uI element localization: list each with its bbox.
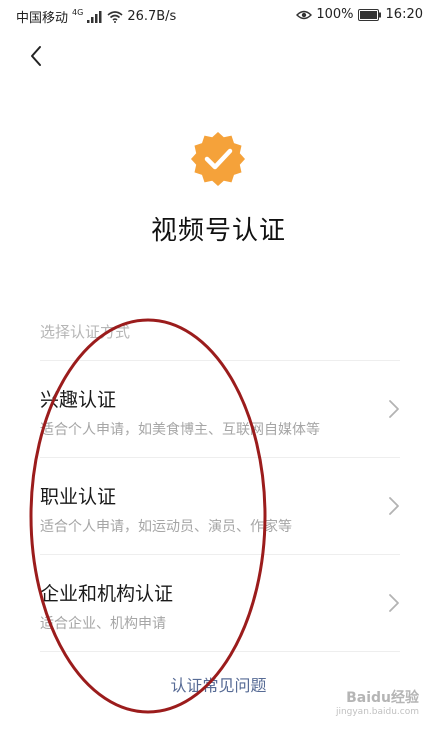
option-description: 适合个人申请，如美食博主、互联网自媒体等 bbox=[40, 422, 320, 438]
status-right: 100% 16:20 bbox=[296, 7, 423, 22]
option-title: 兴趣认证 bbox=[40, 389, 117, 411]
option-organization-certification[interactable]: 企业和机构认证 适合企业、机构申请 bbox=[40, 554, 400, 652]
net-speed: 26.7B/s bbox=[127, 9, 177, 24]
status-left: 中国移动 4G 26.7B/s bbox=[16, 7, 176, 26]
watermark-sub: jingyan.baidu.com bbox=[335, 707, 419, 717]
option-description: 适合企业、机构申请 bbox=[40, 616, 166, 632]
battery-icon bbox=[357, 8, 381, 21]
option-title: 职业认证 bbox=[40, 486, 117, 508]
verified-badge-icon bbox=[191, 132, 245, 186]
status-bar: 中国移动 4G 26.7B/s 100% 16:20 bbox=[0, 0, 437, 28]
clock: 16:20 bbox=[385, 7, 423, 22]
section-label: 选择认证方式 bbox=[40, 323, 131, 341]
watermark-main: Baidu经验 bbox=[346, 690, 419, 706]
option-title: 企业和机构认证 bbox=[40, 583, 174, 605]
option-description: 适合个人申请，如运动员、演员、作家等 bbox=[40, 519, 292, 535]
chevron-right-icon bbox=[389, 497, 399, 515]
option-professional-certification[interactable]: 职业认证 适合个人申请，如运动员、演员、作家等 bbox=[40, 457, 400, 554]
option-interest-certification[interactable]: 兴趣认证 适合个人申请，如美食博主、互联网自媒体等 bbox=[40, 360, 400, 457]
wifi-icon bbox=[107, 10, 123, 23]
chevron-left-icon bbox=[31, 46, 41, 66]
chevron-right-icon bbox=[389, 594, 399, 612]
network-type: 4G bbox=[72, 8, 84, 17]
page-title: 视频号认证 bbox=[150, 216, 286, 246]
signal-icon bbox=[87, 10, 102, 23]
baidu-watermark: Baidu经验 jingyan.baidu.com bbox=[336, 687, 419, 717]
carrier-name: 中国移动 bbox=[16, 11, 69, 26]
eye-icon bbox=[296, 10, 313, 19]
back-button[interactable] bbox=[22, 42, 50, 70]
chevron-right-icon bbox=[389, 400, 399, 418]
battery-percent: 100% bbox=[316, 7, 354, 22]
